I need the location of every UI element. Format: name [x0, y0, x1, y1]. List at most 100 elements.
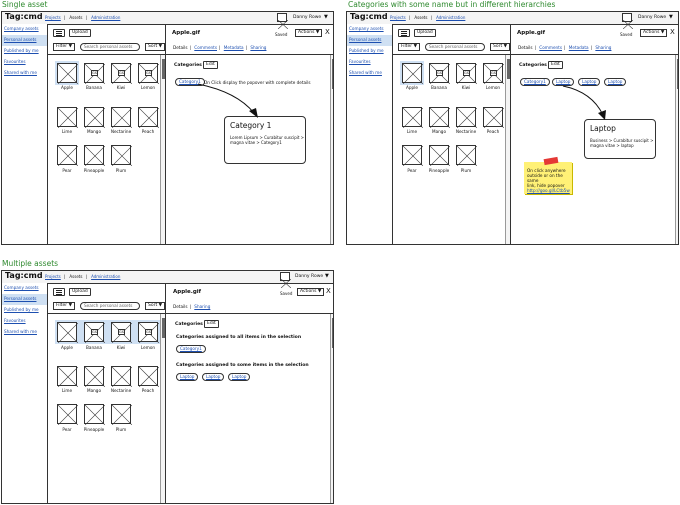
category-pill[interactable]: Laptop — [604, 78, 627, 86]
asset-thumbnail-peach[interactable] — [138, 107, 159, 128]
sidebar-item-published-by-me[interactable]: Published by me — [2, 305, 47, 316]
asset-thumbnail-nectarine[interactable] — [111, 366, 132, 387]
asset-thumbnail-lime[interactable] — [57, 366, 78, 387]
asset-thumbnail-nectarine[interactable] — [111, 107, 132, 128]
avatar[interactable] — [277, 13, 289, 30]
asset-thumbnail-lemon[interactable]: GS — [483, 63, 504, 84]
app-logo[interactable]: Tag:cmd — [350, 12, 388, 21]
nav-projects[interactable]: Projects — [45, 274, 61, 279]
user-menu-chevron-icon[interactable]: ▼ — [669, 14, 673, 20]
edit-button[interactable]: Edit — [203, 61, 218, 69]
nav-projects[interactable]: Projects — [45, 15, 61, 20]
sort-dropdown[interactable]: Sort ▼ — [145, 302, 166, 310]
actions-dropdown[interactable]: Actions ▼ — [640, 29, 668, 37]
sidebar-item-company-assets[interactable]: Company assets — [2, 283, 47, 294]
sidebar-item-company-assets[interactable]: Company assets — [347, 24, 392, 35]
upload-button[interactable]: Upload — [69, 288, 91, 296]
sidebar-item-favourites[interactable]: Favourites — [2, 57, 47, 68]
sidebar-item-shared-with-me[interactable]: Shared with me — [2, 68, 47, 79]
menu-button[interactable] — [53, 29, 65, 37]
asset-thumbnail-kiwi[interactable]: GS — [111, 322, 132, 343]
asset-thumbnail-pineapple[interactable] — [84, 404, 105, 425]
user-name[interactable]: Danny Rowe — [638, 15, 666, 20]
filter-dropdown[interactable]: Filter ▼ — [398, 43, 421, 51]
close-icon[interactable]: X — [325, 28, 330, 36]
asset-thumbnail-nectarine[interactable] — [456, 107, 477, 128]
menu-button[interactable] — [398, 29, 410, 37]
category-pill[interactable]: Laptop — [578, 78, 601, 86]
nav-projects[interactable]: Projects — [390, 15, 406, 20]
sidebar-item-shared-with-me[interactable]: Shared with me — [347, 68, 392, 79]
app-logo[interactable]: Tag:cmd — [5, 12, 43, 21]
tab-sharing[interactable]: Sharing — [194, 304, 210, 309]
app-logo[interactable]: Tag:cmd — [5, 271, 43, 280]
tab-comments[interactable]: Comments — [539, 45, 562, 50]
user-menu-chevron-icon[interactable]: ▼ — [325, 273, 329, 279]
category-pill[interactable]: Laptop — [176, 373, 199, 381]
nav-assets[interactable]: Assets — [69, 15, 82, 20]
sidebar-item-published-by-me[interactable]: Published by me — [347, 46, 392, 57]
category-pill[interactable]: Category1 — [520, 78, 550, 86]
sidebar-item-favourites[interactable]: Favourites — [2, 316, 47, 327]
asset-thumbnail-mango[interactable] — [84, 366, 105, 387]
asset-thumbnail-plum[interactable] — [456, 145, 477, 166]
asset-thumbnail-pear[interactable] — [402, 145, 423, 166]
asset-thumbnail-plum[interactable] — [111, 404, 132, 425]
nav-assets[interactable]: Assets — [69, 274, 82, 279]
asset-thumbnail-lime[interactable] — [402, 107, 423, 128]
tab-sharing[interactable]: Sharing — [250, 45, 266, 50]
asset-thumbnail-peach[interactable] — [138, 366, 159, 387]
close-icon[interactable]: X — [670, 28, 675, 36]
tab-metadata[interactable]: Metadata — [569, 45, 589, 50]
search-input[interactable]: Search personal assets — [80, 43, 140, 51]
tab-details[interactable]: Details — [173, 45, 188, 50]
asset-thumbnail-banana[interactable]: GS — [84, 63, 105, 84]
sidebar-item-shared-with-me[interactable]: Shared with me — [2, 327, 47, 338]
asset-thumbnail-peach[interactable] — [483, 107, 504, 128]
avatar[interactable] — [622, 13, 634, 30]
filter-dropdown[interactable]: Filter ▼ — [53, 43, 76, 51]
asset-thumbnail-pear[interactable] — [57, 145, 78, 166]
nav-administration[interactable]: Administration — [91, 15, 120, 20]
search-input[interactable]: Search personal assets — [425, 43, 485, 51]
asset-thumbnail-pineapple[interactable] — [429, 145, 450, 166]
asset-thumbnail-banana[interactable]: GS — [429, 63, 450, 84]
close-icon[interactable]: X — [326, 287, 331, 295]
actions-dropdown[interactable]: Actions ▼ — [295, 29, 323, 37]
category-pill[interactable]: Laptop — [228, 373, 251, 381]
details-scrollbar[interactable] — [330, 55, 333, 244]
category-pill[interactable]: Laptop — [552, 78, 575, 86]
asset-thumbnail-lemon[interactable]: GS — [138, 63, 159, 84]
tab-metadata[interactable]: Metadata — [224, 45, 244, 50]
user-menu-chevron-icon[interactable]: ▼ — [324, 14, 328, 20]
asset-thumbnail-lime[interactable] — [57, 107, 78, 128]
category-pill[interactable]: Category1 — [176, 345, 206, 353]
menu-button[interactable] — [53, 288, 65, 296]
asset-thumbnail-kiwi[interactable]: GS — [111, 63, 132, 84]
tab-details[interactable]: Details — [518, 45, 533, 50]
tab-sharing[interactable]: Sharing — [595, 45, 611, 50]
category-pill[interactable]: Laptop — [202, 373, 225, 381]
upload-button[interactable]: Upload — [69, 29, 91, 37]
actions-dropdown[interactable]: Actions ▼ — [297, 288, 325, 296]
nav-administration[interactable]: Administration — [91, 274, 120, 279]
nav-assets[interactable]: Assets — [414, 15, 427, 20]
avatar[interactable] — [280, 272, 292, 289]
sidebar-item-personal-assets[interactable]: Personal assets — [347, 35, 392, 46]
asset-thumbnail-apple[interactable] — [57, 63, 78, 84]
search-input[interactable]: Search personal assets — [80, 302, 140, 310]
sort-dropdown[interactable]: Sort ▼ — [145, 43, 166, 51]
user-name[interactable]: Danny Rowe — [293, 15, 321, 20]
asset-thumbnail-mango[interactable] — [84, 107, 105, 128]
asset-thumbnail-pineapple[interactable] — [84, 145, 105, 166]
sticky-link[interactable]: http://goo.gl/LCtb5w — [527, 188, 572, 193]
asset-thumbnail-pear[interactable] — [57, 404, 78, 425]
sidebar-item-personal-assets[interactable]: Personal assets — [2, 294, 47, 305]
tab-details[interactable]: Details — [173, 304, 188, 309]
asset-thumbnail-kiwi[interactable]: GS — [456, 63, 477, 84]
sidebar-item-company-assets[interactable]: Company assets — [2, 24, 47, 35]
asset-thumbnail-plum[interactable] — [111, 145, 132, 166]
asset-thumbnail-apple[interactable] — [402, 63, 423, 84]
asset-thumbnail-apple[interactable] — [57, 322, 78, 343]
filter-dropdown[interactable]: Filter ▼ — [53, 302, 76, 310]
